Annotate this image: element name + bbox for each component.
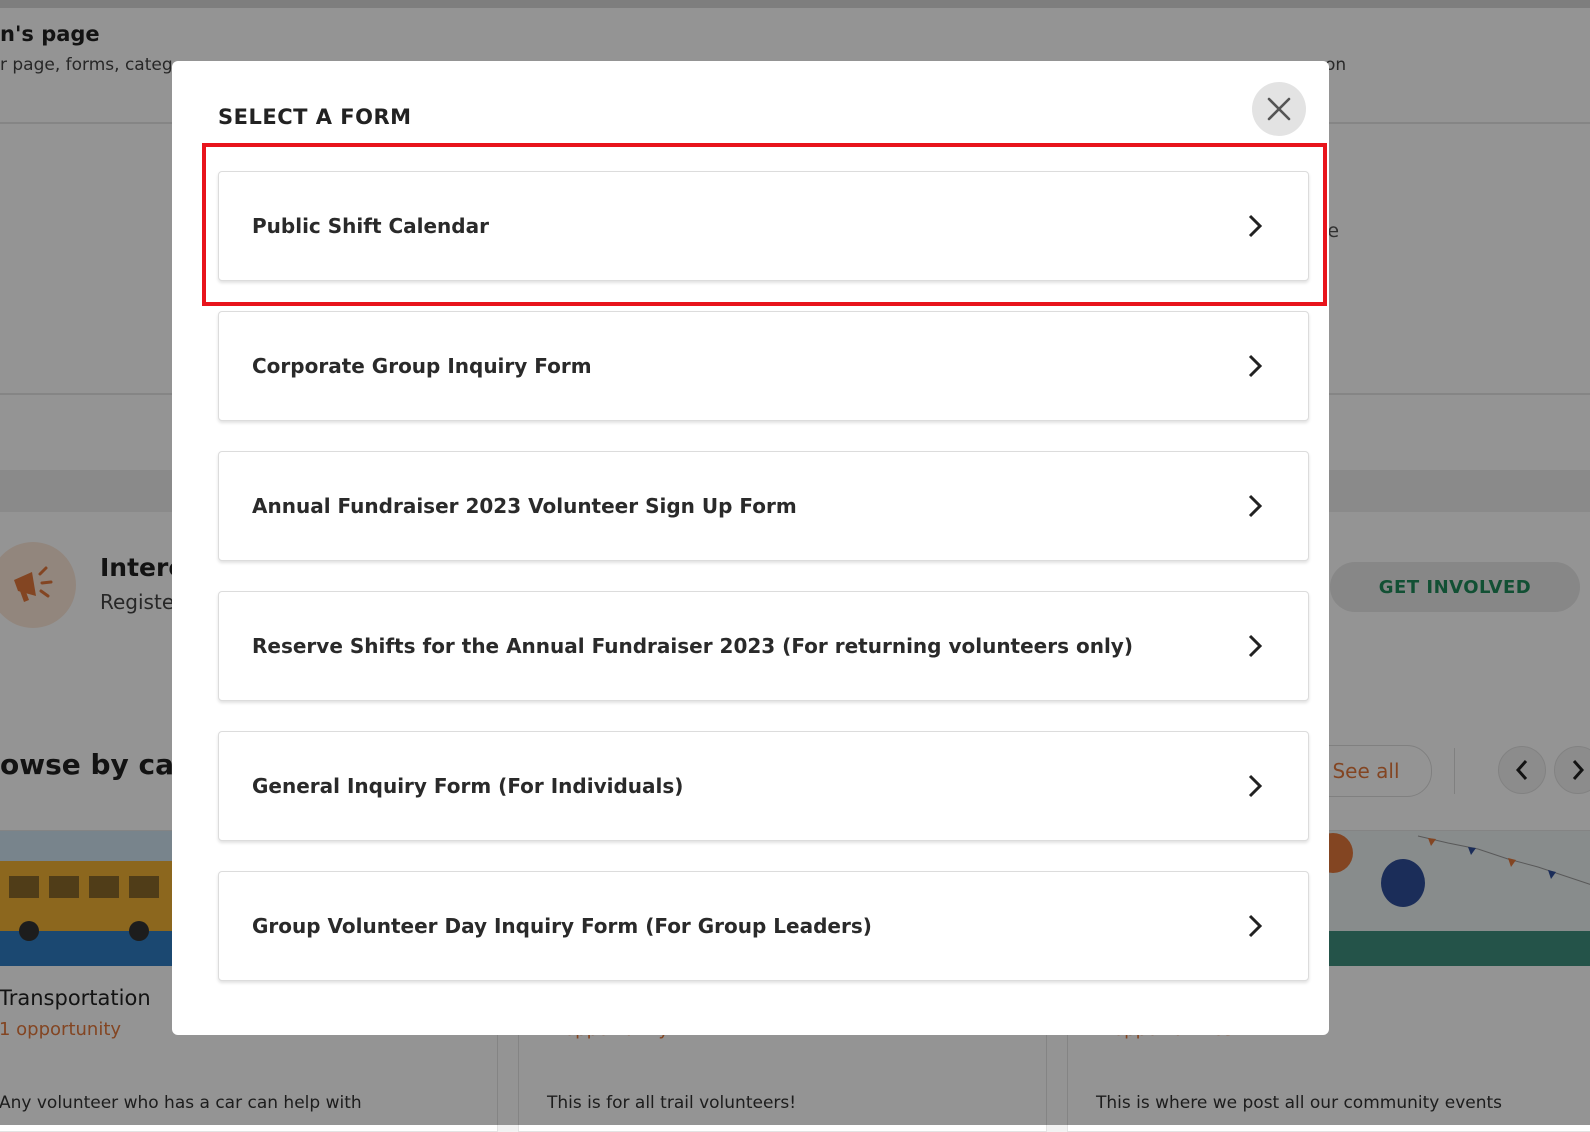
- form-option-reserve-shifts-fundraiser[interactable]: Reserve Shifts for the Annual Fundraiser…: [218, 591, 1309, 701]
- form-option-label: Annual Fundraiser 2023 Volunteer Sign Up…: [252, 494, 797, 518]
- modal-title: SELECT A FORM: [218, 105, 412, 129]
- close-icon: [1267, 97, 1291, 121]
- close-button[interactable]: [1252, 82, 1306, 136]
- form-option-label: Reserve Shifts for the Annual Fundraiser…: [252, 634, 1133, 658]
- chevron-right-icon: [1248, 354, 1263, 378]
- form-option-annual-fundraiser-signup[interactable]: Annual Fundraiser 2023 Volunteer Sign Up…: [218, 451, 1309, 561]
- form-option-corporate-group-inquiry[interactable]: Corporate Group Inquiry Form: [218, 311, 1309, 421]
- form-option-public-shift-calendar[interactable]: Public Shift Calendar: [218, 171, 1309, 281]
- chevron-right-icon: [1248, 774, 1263, 798]
- chevron-right-icon: [1248, 634, 1263, 658]
- chevron-right-icon: [1248, 214, 1263, 238]
- form-option-general-inquiry[interactable]: General Inquiry Form (For Individuals): [218, 731, 1309, 841]
- chevron-right-icon: [1248, 494, 1263, 518]
- chevron-right-icon: [1248, 914, 1263, 938]
- form-option-label: Public Shift Calendar: [252, 214, 489, 238]
- form-option-label: General Inquiry Form (For Individuals): [252, 774, 684, 798]
- select-form-modal: SELECT A FORM Public Shift Calendar Corp…: [172, 61, 1329, 1035]
- form-option-label: Corporate Group Inquiry Form: [252, 354, 592, 378]
- form-option-group-volunteer-day-inquiry[interactable]: Group Volunteer Day Inquiry Form (For Gr…: [218, 871, 1309, 981]
- form-option-label: Group Volunteer Day Inquiry Form (For Gr…: [252, 914, 872, 938]
